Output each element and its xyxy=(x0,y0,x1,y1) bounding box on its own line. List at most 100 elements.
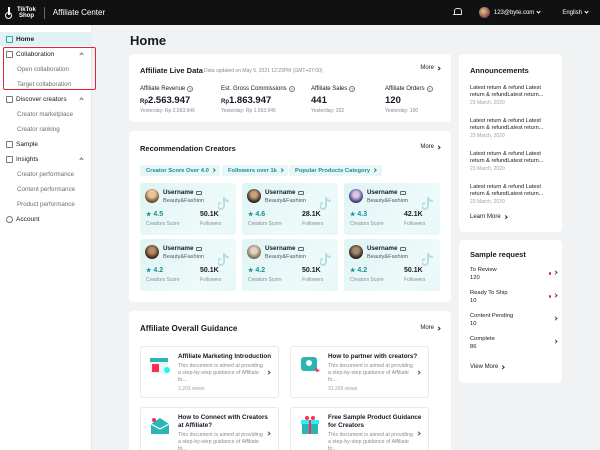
chevron-right-icon xyxy=(436,325,441,331)
chevron-right-icon xyxy=(211,168,215,173)
tiktok-watermark-icon xyxy=(218,253,230,266)
creator-partner-illustration-icon xyxy=(301,357,320,372)
live-data-title: Affiliate Live Data xyxy=(140,66,203,75)
sidebar-item-discover-creators[interactable]: Discover creators xyxy=(0,92,92,106)
guide-card[interactable]: Affiliate Marketing Introduction This do… xyxy=(140,346,279,398)
guide-card[interactable]: How to Connect with Creators at Affiliat… xyxy=(140,407,279,450)
sidebar-item-creator-marketplace[interactable]: Creator marketplace xyxy=(17,111,73,118)
help-icon[interactable]: ? xyxy=(288,86,295,92)
guidance-title: Affiliate Overall Guidance xyxy=(140,324,238,333)
tiktok-shop-logo[interactable]: TikTok Shop xyxy=(5,7,36,19)
chevron-down-icon[interactable] xyxy=(536,9,541,14)
sidebar-item-label: Account xyxy=(16,215,40,223)
announcements-card: Announcements Latest return & refund Lat… xyxy=(459,54,562,232)
followers-label: Followers xyxy=(404,277,426,283)
page-title: Home xyxy=(130,33,167,48)
user-email[interactable]: 123@byte.com xyxy=(494,10,534,16)
chevron-right-icon xyxy=(553,339,558,344)
star-icon: ★ xyxy=(248,268,254,274)
guide-description: This document is aimed at providing a st… xyxy=(328,363,413,383)
avatar[interactable] xyxy=(478,7,490,18)
filter-popular-category[interactable]: Popular Products Category xyxy=(289,165,382,176)
score-label: Creators Score xyxy=(350,277,384,283)
announcement-date: 23 March, 2020 xyxy=(470,166,505,172)
help-icon[interactable]: ? xyxy=(426,86,433,92)
sidebar-item-creator-performance[interactable]: Creator performance xyxy=(17,171,74,178)
creator-score: 4.2 xyxy=(255,267,266,274)
live-data-more-button[interactable]: More xyxy=(420,65,441,71)
bell-icon[interactable] xyxy=(452,8,462,17)
stat-value: 2.563.947 xyxy=(148,95,191,106)
sample-complete[interactable]: Complete 86 xyxy=(470,336,558,350)
chevron-down-icon xyxy=(584,9,589,14)
sidebar-item-product-performance[interactable]: Product performance xyxy=(17,201,75,208)
chevron-up-icon xyxy=(79,97,84,102)
sidebar-item-home[interactable]: Home xyxy=(0,32,92,46)
announcement-item[interactable]: Latest return & refund Latest return & r… xyxy=(470,184,555,205)
discover-icon xyxy=(6,95,13,103)
creator-avatar xyxy=(349,245,363,259)
filter-followers[interactable]: Followers over 1k xyxy=(222,165,289,176)
sample-content-pending[interactable]: Content Pending 10 xyxy=(470,313,558,327)
guide-card[interactable]: How to partner with creators? This docum… xyxy=(290,346,429,398)
chevron-right-icon xyxy=(553,316,558,321)
help-icon[interactable]: ? xyxy=(187,86,194,92)
chevron-right-icon xyxy=(436,65,441,71)
guide-card[interactable]: Free Sample Product Guidance for Creator… xyxy=(290,407,429,450)
sample-status-label: To Review xyxy=(470,267,497,273)
creator-followers: 28.1K xyxy=(302,211,321,218)
guide-title: Affiliate Marketing Introduction xyxy=(178,353,272,360)
creator-card[interactable]: Username Beauty&Fashion ★ 4.3 42.1K Creat… xyxy=(344,183,440,235)
announcement-item[interactable]: Latest return & refund Latest return & r… xyxy=(470,85,555,106)
chevron-right-icon xyxy=(266,370,271,375)
app-title: Affiliate Center xyxy=(52,8,106,17)
live-data-card: Affiliate Live Data Data updated on May … xyxy=(129,54,451,122)
creator-card[interactable]: Username Beauty&Fashion ★ 4.6 28.1K Creat… xyxy=(242,183,338,235)
creator-avatar xyxy=(145,245,159,259)
announcement-item[interactable]: Latest return & refund Latest return & r… xyxy=(470,118,555,139)
sidebar-item-account[interactable]: Account xyxy=(0,212,92,226)
chevron-right-icon xyxy=(436,144,441,150)
chevron-right-icon xyxy=(416,370,421,375)
insights-icon xyxy=(6,155,13,163)
tiktok-watermark-icon xyxy=(422,197,434,210)
creator-card[interactable]: Username Beauty&Fashion ★ 4.2 50.1K Creat… xyxy=(140,239,236,291)
sidebar-item-sample[interactable]: Sample xyxy=(0,137,92,151)
divider xyxy=(43,6,45,19)
creator-followers: 50.1K xyxy=(200,267,219,274)
recommendation-more-button[interactable]: More xyxy=(420,144,441,150)
stat-affiliate-sales: Affiliate Sales? 441 Yesterday: 332 xyxy=(311,86,356,114)
guidance-more-button[interactable]: More xyxy=(420,325,441,331)
learn-more-link[interactable]: Learn More xyxy=(470,214,507,220)
sidebar-item-content-performance[interactable]: Content performance xyxy=(17,186,75,193)
chevron-right-icon xyxy=(503,215,507,219)
sidebar-item-creator-ranking[interactable]: Creator ranking xyxy=(17,126,60,133)
alert-dot xyxy=(548,272,551,275)
creator-username: Username xyxy=(265,189,296,196)
sample-status-count: 86 xyxy=(470,344,477,350)
filter-creator-score[interactable]: Creator Score Over 4.0 xyxy=(140,165,221,176)
creator-card[interactable]: Username Beauty&Fashion ★ 4.5 50.1K Creat… xyxy=(140,183,236,235)
stat-yesterday: Yesterday: 100 xyxy=(385,108,419,114)
creator-username: Username xyxy=(367,189,398,196)
chevron-right-icon xyxy=(279,168,284,173)
star-icon: ★ xyxy=(350,268,356,274)
language-selector[interactable]: English xyxy=(562,9,589,16)
sample-request-card: Sample request To Review 120 Ready To Sh… xyxy=(459,240,562,383)
tiktok-watermark-icon xyxy=(422,253,434,266)
announcement-text: Latest return & refund Latest return & r… xyxy=(470,151,544,164)
sample-to-review[interactable]: To Review 120 xyxy=(470,267,558,281)
followers-label: Followers xyxy=(302,221,324,227)
score-label: Creators Score xyxy=(248,221,282,227)
view-more-link[interactable]: View More xyxy=(470,364,505,370)
filter-label: Followers over 1k xyxy=(228,167,277,174)
sidebar-item-insights[interactable]: Insights xyxy=(0,152,92,166)
sample-ready-to-ship[interactable]: Ready To Ship 10 xyxy=(470,290,558,304)
help-icon[interactable]: ? xyxy=(349,86,356,92)
creator-card[interactable]: Username Beauty&Fashion ★ 4.2 50.1K Creat… xyxy=(344,239,440,291)
announcement-item[interactable]: Latest return & refund Latest return & r… xyxy=(470,151,555,172)
creator-card[interactable]: Username Beauty&Fashion ★ 4.2 50.1K Creat… xyxy=(242,239,338,291)
stat-value: 441 xyxy=(311,95,327,106)
sample-request-title: Sample request xyxy=(470,250,526,259)
connect-creators-illustration-icon xyxy=(150,418,170,434)
